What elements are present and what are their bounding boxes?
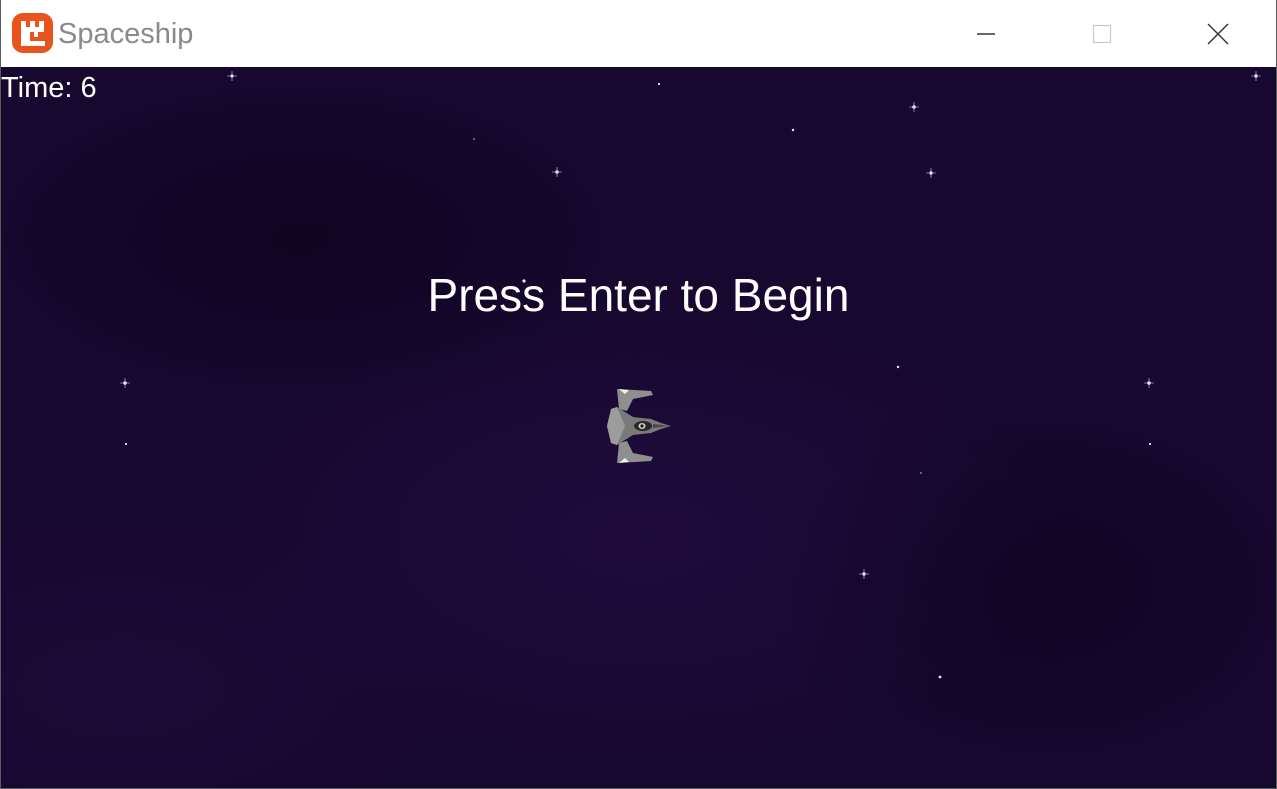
star	[938, 675, 942, 679]
spaceship-icon	[607, 389, 671, 463]
star	[909, 102, 919, 112]
star	[120, 378, 130, 388]
star	[1148, 442, 1152, 446]
star	[227, 71, 237, 81]
close-button[interactable]	[1160, 0, 1276, 67]
title-bar[interactable]: Spaceship	[1, 0, 1276, 67]
window-title: Spaceship	[58, 18, 194, 50]
star	[1251, 71, 1261, 81]
game-window: Spaceship Time: 6 Press Enter to Begin	[0, 0, 1277, 789]
star	[124, 442, 128, 446]
star	[657, 82, 661, 86]
close-icon	[1207, 23, 1229, 44]
time-label: Time:	[1, 72, 73, 104]
minimize-button[interactable]	[928, 0, 1044, 67]
star	[552, 167, 562, 177]
star	[896, 365, 900, 369]
minimize-icon	[977, 32, 995, 35]
game-canvas[interactable]: Time: 6 Press Enter to Begin	[1, 67, 1276, 788]
star	[926, 168, 936, 178]
time-value: 6	[80, 72, 97, 104]
maximize-button[interactable]	[1044, 0, 1160, 67]
star	[920, 472, 922, 474]
maximize-icon	[1092, 24, 1112, 43]
star	[1144, 378, 1154, 388]
star	[473, 138, 475, 140]
star	[859, 569, 869, 579]
star	[791, 128, 795, 132]
time-counter: Time: 6	[1, 71, 97, 105]
start-prompt: Press Enter to Begin	[427, 269, 850, 321]
monogame-logo-icon	[12, 13, 53, 53]
